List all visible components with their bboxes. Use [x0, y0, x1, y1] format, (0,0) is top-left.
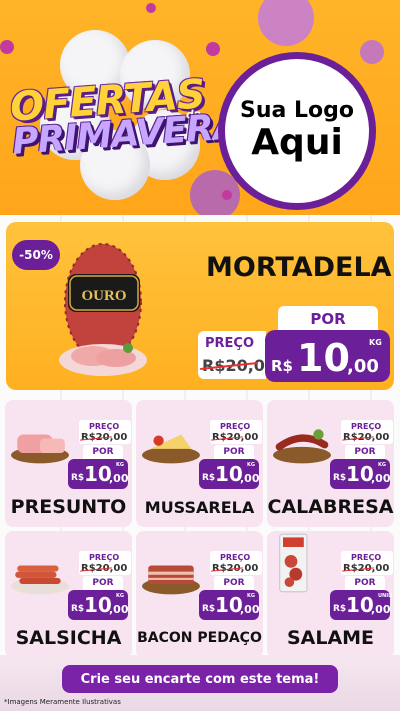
new-price-box: R$ 10,00 KG	[330, 459, 391, 489]
preco-label: PREÇO	[205, 336, 255, 351]
por-label: POR	[83, 445, 123, 459]
brand-label: OURO	[82, 288, 127, 304]
old-price: R$20,00	[342, 432, 389, 443]
price-integer: 10	[297, 336, 350, 380]
price-unit: KG	[247, 462, 255, 468]
price-decimal: ,00	[109, 472, 129, 485]
preco-label: PREÇO	[351, 422, 382, 431]
price-decimal: ,00	[371, 603, 391, 616]
flower-decoration	[222, 190, 232, 200]
logo-placeholder[interactable]: Sua Logo Aqui	[218, 52, 376, 210]
flower-decoration	[360, 40, 384, 64]
preco-label: PREÇO	[220, 553, 251, 562]
product-name: SALAME	[286, 627, 375, 649]
featured-product-name: MORTADELA	[206, 252, 392, 283]
product-name: BACON PEDAÇO	[137, 629, 262, 646]
cta-button[interactable]: Crie seu encarte com este tema!	[62, 665, 338, 693]
product-card[interactable]: PREÇOR$20,00 POR R$10,00 KG PRESUNTO	[5, 400, 132, 527]
por-label: POR	[214, 576, 254, 590]
price-unit: KG	[378, 462, 386, 468]
product-image	[140, 551, 202, 595]
currency-symbol: R$	[202, 604, 216, 614]
logo-text-line2: Aqui	[251, 122, 343, 164]
preco-label: PREÇO	[89, 422, 120, 431]
currency-symbol: R$	[271, 357, 293, 375]
new-price-box: R$ 10,00 KG	[68, 459, 129, 489]
currency-symbol: R$	[71, 604, 85, 614]
price-decimal: ,00	[347, 356, 379, 377]
new-price-box: R$ 10 ,00 KG	[265, 330, 390, 382]
currency-symbol: R$	[333, 604, 347, 614]
flower-decoration	[258, 0, 318, 50]
por-label: POR	[345, 445, 385, 459]
price-decimal: ,00	[109, 603, 129, 616]
price-unit: KG	[247, 593, 255, 599]
old-price: R$20,00	[342, 563, 389, 574]
discount-badge: -50%	[12, 240, 60, 270]
product-name: SALSICHA	[15, 627, 122, 649]
price-unit: KG	[116, 593, 124, 599]
product-name: CALABRESA	[267, 496, 394, 518]
new-price-box: R$ 10,00 KG	[199, 590, 260, 620]
price-unit: KG	[369, 338, 382, 347]
product-card[interactable]: PREÇOR$20,00 POR R$10,00 KG MUSSARELA	[136, 400, 263, 527]
price-integer: 10	[215, 462, 243, 486]
old-price: R$20,00	[80, 563, 127, 574]
flower-decoration	[206, 42, 220, 56]
old-price: R$20,00	[211, 563, 258, 574]
new-price-box: R$ 10,00 KG	[68, 590, 129, 620]
product-card[interactable]: PREÇOR$20,00 POR R$10,00 KG CALABRESA	[267, 400, 394, 527]
por-label: POR	[214, 445, 254, 459]
price-decimal: ,00	[240, 472, 260, 485]
logo-text-line1: Sua Logo	[239, 98, 354, 124]
mortadela-image: OURO	[59, 243, 147, 376]
header-banner: OFERTAS da PRIMAVERA Sua Logo Aqui	[0, 0, 400, 215]
product-name: MUSSARELA	[144, 497, 255, 517]
por-label: POR	[278, 306, 378, 332]
price-integer: 10	[346, 462, 374, 486]
old-price: R$20,00	[80, 432, 127, 443]
product-card[interactable]: PREÇOR$20,00 POR R$10,00 KG SALSICHA	[5, 531, 132, 658]
preco-label: PREÇO	[351, 553, 382, 562]
product-image	[271, 420, 333, 464]
product-image	[140, 420, 202, 464]
preco-label: PREÇO	[89, 553, 120, 562]
price-decimal: ,00	[240, 603, 260, 616]
currency-symbol: R$	[333, 473, 347, 483]
product-card[interactable]: PREÇOR$20,00 POR R$10,00 UNID SALAME	[267, 531, 394, 658]
currency-symbol: R$	[71, 473, 85, 483]
por-label: POR	[83, 576, 123, 590]
currency-symbol: R$	[202, 473, 216, 483]
price-unit: UNID	[378, 593, 393, 599]
old-price: R$20,00	[211, 432, 258, 443]
product-image	[9, 420, 71, 464]
new-price-box: R$ 10,00 UNID	[330, 590, 393, 620]
price-unit: KG	[116, 462, 124, 468]
price-decimal: ,00	[371, 472, 391, 485]
preco-label: PREÇO	[220, 422, 251, 431]
price-integer: 10	[215, 593, 243, 617]
price-integer: 10	[84, 462, 112, 486]
price-integer: 10	[84, 593, 112, 617]
product-image	[275, 531, 323, 611]
product-name: PRESUNTO	[10, 496, 127, 518]
price-integer: 10	[346, 593, 374, 617]
por-label: POR	[345, 576, 385, 590]
product-card[interactable]: PREÇOR$20,00 POR R$10,00 KG BACON PEDAÇO	[136, 531, 263, 658]
flower-decoration	[146, 3, 156, 13]
disclaimer-text: *Imagens Meramente Ilustrativas	[4, 698, 121, 706]
product-image	[9, 551, 71, 595]
new-price-box: R$ 10,00 KG	[199, 459, 260, 489]
flower-decoration	[0, 40, 14, 54]
title-block: OFERTAS da PRIMAVERA	[9, 71, 241, 168]
